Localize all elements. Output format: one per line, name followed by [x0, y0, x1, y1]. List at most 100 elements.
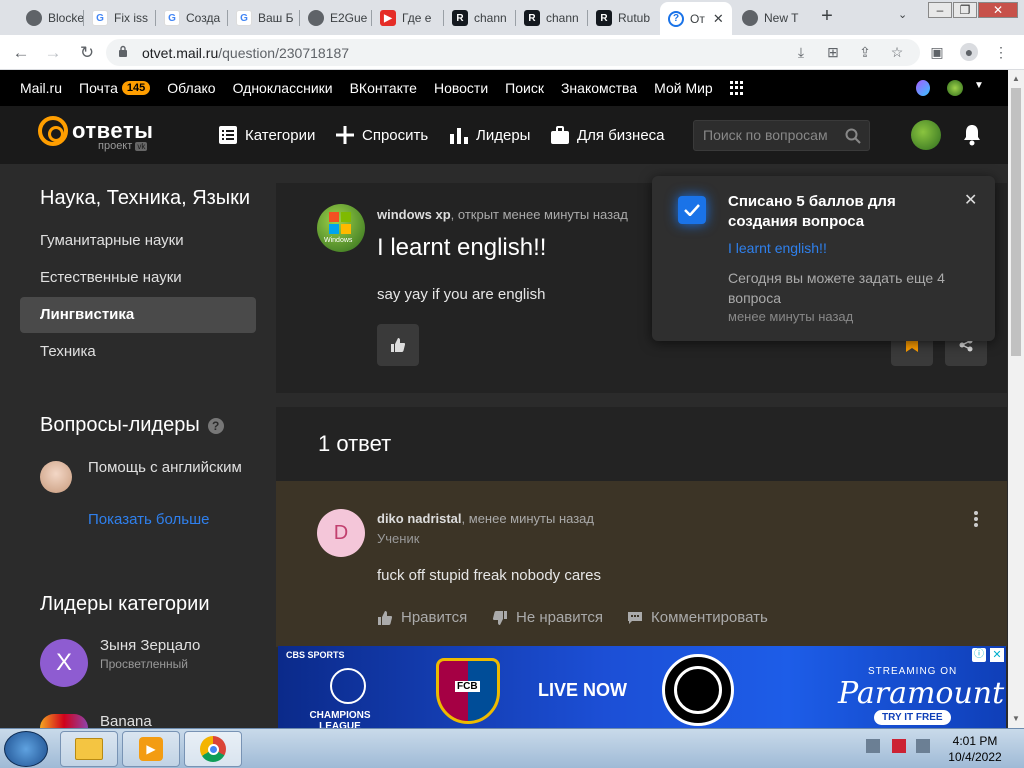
browser-tab[interactable]: E2Gue	[300, 4, 372, 32]
start-button-icon[interactable]	[4, 731, 48, 767]
question-author[interactable]: windows xp	[377, 207, 451, 222]
browser-tab[interactable]: R chann	[444, 4, 516, 32]
bar-chart-icon	[450, 128, 468, 144]
restore-icon[interactable]: ❐	[953, 2, 977, 18]
nav-leaders[interactable]: Лидеры	[450, 126, 530, 144]
like-question-button[interactable]	[377, 324, 419, 366]
profile-icon[interactable]: ●	[960, 43, 978, 61]
install-icon[interactable]: ⤓	[792, 43, 810, 61]
show-more-link[interactable]: Показать больше	[88, 511, 209, 528]
leader-avatar[interactable]: X	[40, 639, 88, 687]
mailru-portal-bar: Mail.ru Почта 145 Облако Одноклассники ВК…	[0, 70, 1008, 106]
scroll-up-icon[interactable]: ▲	[1012, 74, 1020, 83]
chevron-down-icon[interactable]: ▼	[974, 80, 984, 91]
new-tab-button[interactable]: +	[816, 6, 838, 28]
bell-icon[interactable]	[962, 124, 982, 146]
share-icon[interactable]: ⇪	[856, 43, 874, 61]
sidebar-item-humanities[interactable]: Гуманитарные науки	[40, 232, 184, 249]
back-icon[interactable]: ←	[10, 42, 32, 64]
dating-link[interactable]: Знакомства	[561, 80, 637, 96]
leader-avatar[interactable]	[40, 714, 88, 728]
browser-tab[interactable]: New T	[734, 4, 806, 32]
scroll-thumb[interactable]	[1011, 88, 1021, 356]
answer-author[interactable]: diko nadristal	[377, 511, 462, 526]
like-answer-button[interactable]: Нравится	[377, 609, 467, 626]
adchoices-icon[interactable]: ⓘ	[972, 648, 986, 662]
user-mini-avatar[interactable]	[947, 80, 963, 96]
close-tab-icon[interactable]: ✕	[713, 11, 724, 27]
ad-close-icon[interactable]: ✕	[990, 648, 1004, 662]
volume-tray-icon[interactable]	[916, 739, 930, 753]
like-label: Нравится	[401, 609, 468, 626]
browser-tab-strip: Blocke G Fix iss G Созда G Ваш Б E2Gue ▶…	[0, 0, 1024, 35]
scroll-down-icon[interactable]: ▼	[1012, 714, 1020, 723]
menu-dots-icon[interactable]: ⋮	[992, 43, 1010, 61]
vk-link[interactable]: ВКонтакте	[350, 80, 417, 96]
toast-close-icon[interactable]: ✕	[964, 190, 977, 210]
nav-ask[interactable]: Спросить	[336, 126, 428, 144]
my-world-link[interactable]: Мой Мир	[654, 80, 713, 96]
ok-link[interactable]: Одноклассники	[233, 80, 333, 96]
cloud-link[interactable]: Облако	[167, 80, 215, 96]
url-text: otvet.mail.ru/question/230718187	[142, 45, 349, 61]
taskbar-clock[interactable]: 4:01 PM 10/4/2022	[940, 733, 1010, 765]
mail-link[interactable]: Почта 145	[79, 80, 151, 96]
user-avatar[interactable]	[911, 120, 941, 150]
apps-grid-icon[interactable]	[729, 81, 744, 95]
browser-tab[interactable]: R chann	[516, 4, 588, 32]
browser-tab[interactable]: G Созда	[156, 4, 228, 32]
network-tray-icon[interactable]	[866, 739, 880, 753]
reload-icon[interactable]: ↻	[76, 42, 98, 64]
browser-tab[interactable]: G Ваш Б	[228, 4, 300, 32]
forward-icon[interactable]: →	[42, 42, 64, 64]
side-panel-icon[interactable]: ▣	[928, 43, 946, 61]
question-author-avatar[interactable]: Windows	[317, 204, 365, 252]
comment-button[interactable]: Комментировать	[627, 609, 768, 626]
inter-crest-icon	[662, 654, 734, 726]
sidebar-item-linguistics[interactable]: Лингвистика	[40, 306, 134, 323]
browser-tab[interactable]: ▶ Где е	[372, 4, 444, 32]
browser-tab[interactable]: R Rutub	[588, 4, 660, 32]
toast-question-link[interactable]: I learnt english!!	[728, 240, 827, 256]
dislike-answer-button[interactable]: Не нравится	[492, 609, 603, 626]
minimize-icon[interactable]: –	[928, 2, 952, 18]
briefcase-icon	[551, 126, 569, 144]
google-icon: G	[164, 10, 180, 26]
bookmark-star-icon[interactable]: ☆	[888, 43, 906, 61]
category-leaders-title: Лидеры категории	[40, 593, 210, 615]
category-title[interactable]: Наука, Техника, Языки	[40, 187, 250, 210]
leader-name[interactable]: Зыня Зерцало	[100, 637, 200, 654]
sidebar-item-technology[interactable]: Техника	[40, 343, 96, 360]
more-options-icon[interactable]	[974, 511, 978, 527]
ad-try-free-button[interactable]: TRY IT FREE	[874, 710, 951, 725]
translate-icon[interactable]: ⊞	[824, 43, 842, 61]
nav-business[interactable]: Для бизнеса	[551, 126, 665, 144]
question-author-avatar[interactable]	[40, 461, 72, 493]
help-icon[interactable]: ?	[207, 417, 224, 434]
tab-search-icon[interactable]: ⌄	[898, 8, 907, 21]
chrome-taskbar-icon[interactable]	[184, 731, 242, 767]
search-icon[interactable]	[845, 128, 861, 144]
answer-author-avatar[interactable]: D	[317, 509, 365, 557]
sidebar-item-natural-sciences[interactable]: Естественные науки	[40, 269, 182, 286]
close-window-icon[interactable]: ✕	[978, 2, 1018, 18]
ad-banner[interactable]: CBS SPORTS CHAMPIONS LEAGUE FCB LIVE NOW…	[278, 646, 1006, 728]
leader-question-link[interactable]: Помощь с английским	[88, 459, 242, 476]
browser-tab[interactable]: G Fix iss	[84, 4, 156, 32]
browser-tab[interactable]: Blocke	[18, 4, 84, 32]
explorer-taskbar-icon[interactable]	[60, 731, 118, 767]
page-scrollbar[interactable]: ▲ ▼	[1008, 70, 1024, 728]
tab-label: От	[690, 11, 705, 26]
action-center-tray-icon[interactable]	[892, 739, 906, 753]
browser-tab-active[interactable]: ? От ✕	[660, 2, 732, 35]
nav-categories[interactable]: Категории	[219, 126, 315, 144]
search-input[interactable]	[703, 127, 843, 143]
avatar-caption: Windows	[324, 237, 353, 244]
mail-count-badge: 145	[121, 81, 151, 95]
at-logo-icon	[38, 116, 68, 146]
news-link[interactable]: Новости	[434, 80, 488, 96]
marusia-icon[interactable]	[916, 80, 930, 96]
mailru-link[interactable]: Mail.ru	[20, 80, 62, 96]
media-player-taskbar-icon[interactable]: ▶	[122, 731, 180, 767]
search-link[interactable]: Поиск	[505, 80, 544, 96]
